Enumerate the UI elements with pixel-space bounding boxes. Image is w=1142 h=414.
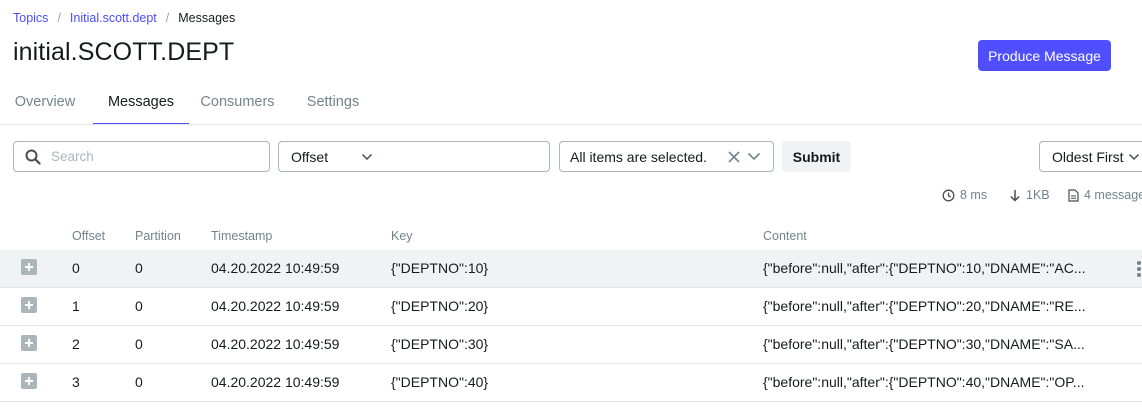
- cell-partition: 0: [135, 298, 143, 314]
- clock-icon: [942, 189, 955, 201]
- cell-timestamp: 04.20.2022 10:49:59: [211, 298, 340, 314]
- chevron-down-icon: [361, 153, 373, 160]
- tab-consumers[interactable]: Consumers: [199, 86, 276, 123]
- breadcrumb-separator: /: [57, 11, 61, 25]
- column-header-content: Content: [763, 229, 807, 243]
- stats-time-value: 8 ms: [960, 188, 988, 202]
- cell-timestamp: 04.20.2022 10:49:59: [211, 374, 340, 390]
- breadcrumb-current: Messages: [178, 11, 236, 25]
- cell-content: {"before":null,"after":{"DEPTNO":10,"DNA…: [763, 260, 1086, 276]
- seek-type-value: Offset: [291, 148, 329, 165]
- cell-content: {"before":null,"after":{"DEPTNO":40,"DNA…: [763, 374, 1085, 390]
- chevron-down-icon: [1128, 153, 1140, 160]
- search-box[interactable]: [13, 141, 270, 172]
- cell-timestamp: 04.20.2022 10:49:59: [211, 336, 340, 352]
- plus-icon[interactable]: [21, 335, 37, 351]
- cell-key: {"DEPTNO":10}: [391, 260, 489, 276]
- tab-overview[interactable]: Overview: [13, 86, 77, 123]
- breadcrumb-separator: /: [165, 11, 170, 25]
- plus-icon[interactable]: [21, 373, 37, 389]
- sort-select[interactable]: Oldest First: [1039, 141, 1142, 172]
- partition-multiselect-value: All items are selected.: [570, 148, 707, 165]
- table-row[interactable]: 3 0 04.20.2022 10:49:59 {"DEPTNO":40} {"…: [0, 364, 1142, 402]
- column-header-offset: Offset: [72, 229, 106, 243]
- cell-key: {"DEPTNO":40}: [391, 374, 489, 390]
- cell-partition: 0: [135, 374, 143, 390]
- breadcrumb-link-topics[interactable]: Topics: [13, 11, 48, 25]
- cell-key: {"DEPTNO":30}: [391, 336, 489, 352]
- column-header-partition: Partition: [135, 229, 181, 243]
- cell-offset: 1: [72, 298, 80, 314]
- search-icon: [25, 149, 41, 165]
- cell-partition: 0: [135, 260, 143, 276]
- cell-offset: 2: [72, 336, 80, 352]
- cell-content: {"before":null,"after":{"DEPTNO":20,"DNA…: [763, 298, 1086, 314]
- tab-messages[interactable]: Messages: [93, 86, 189, 124]
- close-icon[interactable]: [727, 150, 741, 164]
- stats-messages-value: 4 messages: [1084, 188, 1142, 202]
- offset-input[interactable]: [383, 141, 550, 172]
- table-row[interactable]: 0 0 04.20.2022 10:49:59 {"DEPTNO":10} {"…: [0, 250, 1142, 288]
- cell-timestamp: 04.20.2022 10:49:59: [211, 260, 340, 276]
- cell-offset: 0: [72, 260, 80, 276]
- chevron-down-icon[interactable]: [747, 152, 761, 161]
- breadcrumb-link-topic[interactable]: Initial.scott.dept: [70, 11, 157, 25]
- plus-icon[interactable]: [21, 297, 37, 313]
- cell-partition: 0: [135, 336, 143, 352]
- arrow-down-icon: [1010, 189, 1020, 202]
- partition-multiselect[interactable]: All items are selected.: [559, 141, 774, 172]
- produce-message-button[interactable]: Produce Message: [978, 40, 1111, 71]
- column-header-timestamp: Timestamp: [211, 229, 273, 243]
- cell-content: {"before":null,"after":{"DEPTNO":30,"DNA…: [763, 336, 1085, 352]
- column-header-key: Key: [391, 229, 413, 243]
- cell-offset: 3: [72, 374, 80, 390]
- sort-select-value: Oldest First: [1052, 148, 1124, 165]
- seek-type-select[interactable]: Offset: [278, 141, 384, 172]
- cell-key: {"DEPTNO":20}: [391, 298, 489, 314]
- table-row[interactable]: 2 0 04.20.2022 10:49:59 {"DEPTNO":30} {"…: [0, 326, 1142, 364]
- page-title: initial.SCOTT.DEPT: [13, 38, 235, 66]
- stats-time: 8 ms: [942, 188, 987, 202]
- tab-settings[interactable]: Settings: [305, 86, 361, 123]
- search-input[interactable]: [49, 148, 253, 165]
- stats-messages: 4 messages: [1068, 188, 1142, 202]
- table-row[interactable]: 1 0 04.20.2022 10:49:59 {"DEPTNO":20} {"…: [0, 288, 1142, 326]
- plus-icon[interactable]: [21, 259, 37, 275]
- submit-button[interactable]: Submit: [782, 141, 851, 172]
- tab-bar: Overview Messages Consumers Settings: [0, 86, 1142, 125]
- stats-size-value: 1KB: [1026, 188, 1050, 202]
- file-icon: [1068, 188, 1079, 202]
- stats-size: 1KB: [1009, 188, 1050, 202]
- kebab-menu-icon[interactable]: [1137, 261, 1142, 277]
- breadcrumb: Topics / Initial.scott.dept / Messages: [13, 11, 235, 25]
